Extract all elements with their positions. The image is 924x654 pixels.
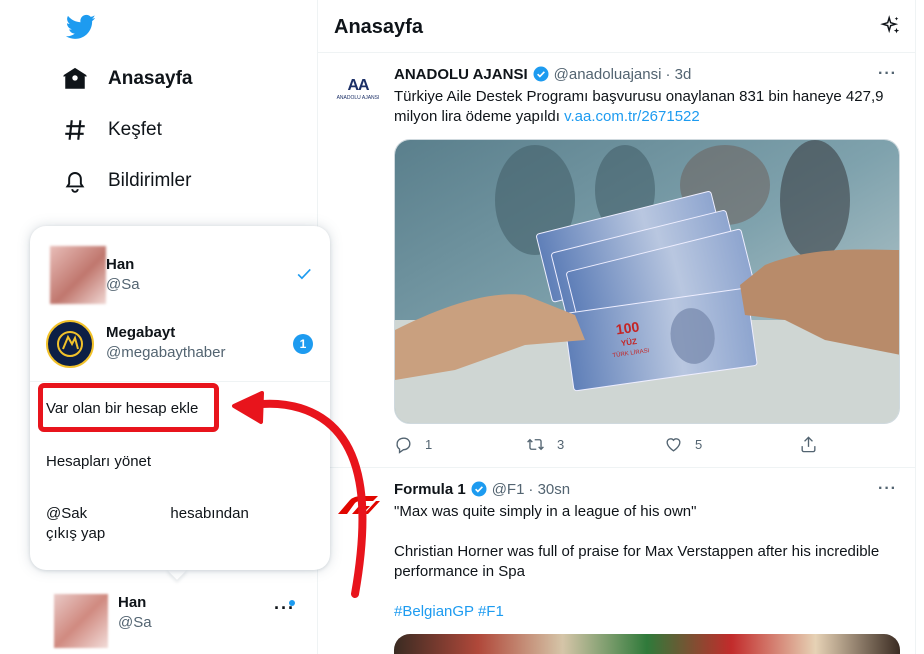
- like-count: 5: [695, 437, 703, 452]
- annotation-highlight-box: [38, 383, 219, 432]
- sparkle-icon[interactable]: [880, 15, 902, 37]
- tweet-text: "Max was quite simply in a league of his…: [394, 502, 900, 642]
- tweet[interactable]: Formula 1 @F1 · 30sn ··· "Max was quite …: [318, 468, 916, 654]
- logout-item[interactable]: @Sak hesabından çıkış yap: [46, 504, 249, 544]
- notification-badge: 1: [293, 334, 313, 354]
- tweet-text: Türkiye Aile Destek Programı başvurusu o…: [394, 87, 900, 127]
- tweet-link[interactable]: v.aa.com.tr/2671522: [564, 108, 700, 125]
- bell-icon: [65, 172, 85, 193]
- tweet-time[interactable]: · 30sn: [528, 481, 570, 498]
- aa-logo-subtitle: ANADOLU AJANSI: [336, 95, 380, 101]
- account-name: Han: [118, 594, 147, 611]
- tweet-hashtags[interactable]: #BelgianGP #F1: [394, 602, 900, 622]
- aa-logo-mark: AA: [347, 77, 369, 94]
- divider: [30, 381, 330, 382]
- tweet-author-handle[interactable]: @anadoluajansi: [554, 66, 662, 83]
- avatar[interactable]: AA ANADOLU AJANSI: [334, 65, 382, 113]
- tweet-author-name[interactable]: Formula 1: [394, 481, 466, 498]
- account-handle: @megabaythaber: [106, 344, 226, 361]
- more-dots-icon[interactable]: ···: [878, 65, 897, 83]
- nav-notifications-label: Bildirimler: [108, 170, 192, 191]
- verified-badge-icon: [471, 481, 487, 497]
- checkmark-icon: [297, 268, 311, 280]
- banknote-photo: 100 YÜZ TÜRK LİRASI: [395, 140, 899, 423]
- megabayt-logo-icon: [57, 331, 83, 357]
- account-handle: @Sa: [118, 614, 152, 631]
- verified-badge-icon: [533, 66, 549, 82]
- tweet-image[interactable]: 100 YÜZ TÜRK LİRASI: [394, 139, 900, 424]
- account-name: Han: [106, 256, 135, 273]
- retweet-button[interactable]: 3: [526, 435, 564, 454]
- tweet-header: Formula 1 @F1 · 30sn: [394, 480, 570, 498]
- right-edge: [916, 0, 924, 654]
- nav-explore[interactable]: Keşfet: [62, 117, 162, 143]
- nav-explore-label: Keşfet: [108, 119, 162, 140]
- avatar: [46, 320, 94, 368]
- retweet-icon: [527, 438, 544, 451]
- tweet-header: ANADOLU AJANSI @anadoluajansi · 3d: [394, 65, 691, 83]
- reply-icon: [396, 437, 411, 454]
- tweet-author-handle[interactable]: @F1: [492, 481, 525, 498]
- heart-icon: [666, 438, 681, 452]
- tweet-quote: "Max was quite simply in a league of his…: [394, 503, 697, 520]
- tweet-paragraph: Christian Horner was full of praise for …: [394, 543, 880, 580]
- banknote-value: 100: [615, 318, 641, 337]
- nav-home-label: Anasayfa: [108, 68, 193, 89]
- page-title: Anasayfa: [334, 16, 423, 38]
- like-button[interactable]: 5: [664, 435, 702, 454]
- hashtag-icon: [65, 120, 85, 140]
- tweet[interactable]: AA ANADOLU AJANSI ANADOLU AJANSI @anadol…: [318, 52, 916, 468]
- share-button[interactable]: [799, 435, 818, 454]
- share-icon: [801, 436, 816, 453]
- account-item[interactable]: Han @Sa: [30, 240, 330, 312]
- manage-accounts-item[interactable]: Hesapları yönet: [46, 453, 151, 470]
- account-item[interactable]: Megabayt @megabaythaber 1: [30, 308, 330, 380]
- logout-line-1: @Sak hesabından: [46, 505, 249, 522]
- notification-dot: [289, 600, 295, 606]
- twitter-bird-icon[interactable]: [66, 12, 96, 42]
- tweet-image[interactable]: [394, 634, 900, 654]
- main-timeline: Anasayfa AA ANADOLU AJANSI ANADOLU AJANS…: [318, 0, 916, 654]
- account-switcher-button[interactable]: Han @Sa ···: [54, 590, 304, 648]
- avatar: [54, 594, 108, 648]
- home-icon: [63, 67, 87, 89]
- tweet-time[interactable]: · 3d: [665, 66, 691, 83]
- nav-home[interactable]: Anasayfa: [62, 66, 193, 92]
- more-dots-icon[interactable]: ···: [878, 480, 897, 498]
- tweet-author-name[interactable]: ANADOLU AJANSI: [394, 66, 528, 83]
- reply-count: 1: [425, 437, 433, 452]
- logout-line-2: çıkış yap: [46, 525, 106, 542]
- account-name: Megabayt: [106, 324, 176, 341]
- retweet-count: 3: [557, 437, 565, 452]
- account-handle: @Sa: [106, 276, 140, 293]
- tweet-actions: 1 3 5: [394, 435, 834, 457]
- reply-button[interactable]: 1: [394, 435, 432, 454]
- f1-logo-icon[interactable]: [334, 490, 382, 520]
- avatar: [50, 246, 106, 304]
- nav-notifications[interactable]: Bildirimler: [62, 168, 191, 194]
